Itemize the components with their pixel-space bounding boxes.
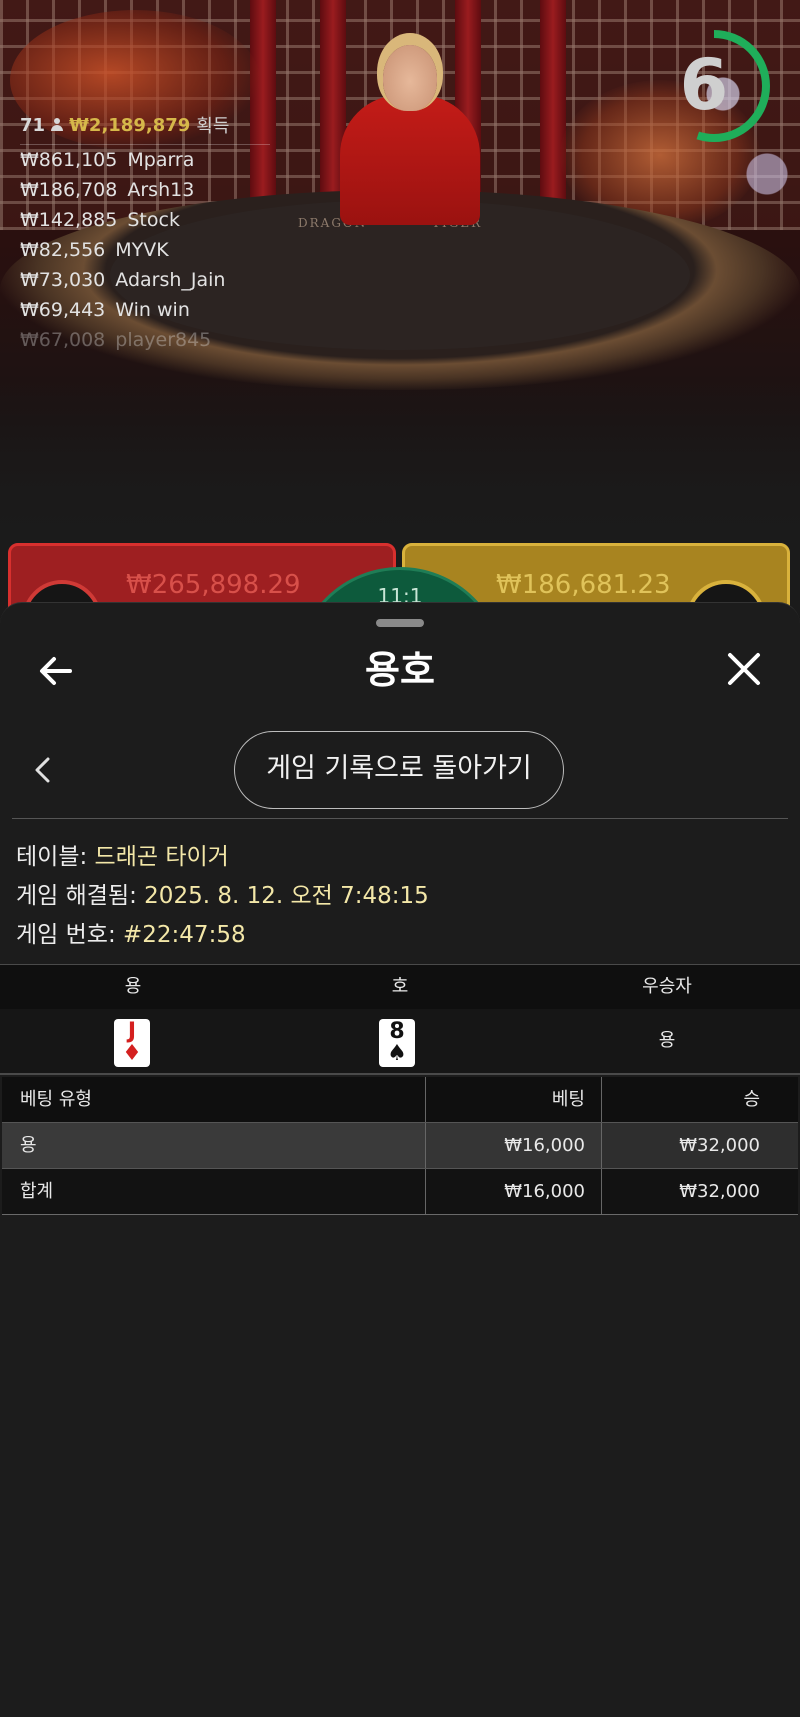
win-amount-header: 승 — [743, 1089, 760, 1110]
sheet-drag-handle[interactable] — [376, 619, 424, 627]
table-row: 용 ₩16,000 ₩32,000 — [2, 1123, 798, 1169]
table-info: 테이블: 드래곤 타이거 — [16, 844, 229, 870]
tiger-column-header: 호 — [391, 976, 409, 997]
leaderboard-row: ₩82,556 MYVK — [20, 239, 169, 261]
bet-breakdown-table: 베팅 유형 베팅 승 용 ₩16,000 ₩32,000 합계 ₩16,000 … — [2, 1077, 798, 1215]
close-icon[interactable] — [724, 649, 764, 689]
resolved-info: 게임 해결됨: 2025. 8. 12. 오전 7:48:15 — [16, 883, 429, 909]
leaderboard-row: ₩67,008 player845 — [20, 329, 212, 351]
winnings-label: 획득 — [196, 116, 230, 137]
bet-amount-header: 베팅 — [426, 1077, 602, 1122]
game-number-info: 게임 번호: #22:47:58 — [16, 922, 246, 948]
game-number: #22:47:58 — [123, 922, 246, 948]
dragon-card: J ♦ — [114, 1019, 150, 1067]
chevron-left-icon[interactable] — [30, 755, 56, 785]
dragon-column-header: 용 — [124, 976, 142, 997]
countdown-number: 6 — [679, 44, 729, 126]
bet-amount: ₩16,000 — [426, 1123, 602, 1168]
hand-result-header: 용 호 우승자 — [0, 964, 800, 1010]
dealer — [340, 95, 480, 225]
bet-type-header: 베팅 유형 — [2, 1077, 426, 1122]
tiger-card: 8 ♠ — [379, 1019, 415, 1067]
leaderboard-row: ₩142,885 Stock — [20, 209, 180, 231]
leaderboard-row: ₩861,105 Mparra — [20, 149, 195, 171]
dragon-bet-total: ₩265,898.29 — [126, 570, 301, 600]
bet-table-header: 베팅 유형 베팅 승 — [2, 1077, 798, 1123]
diamond-icon: ♦ — [122, 1041, 142, 1066]
return-to-history-button[interactable]: 게임 기록으로 돌아가기 — [234, 731, 564, 809]
winner-value: 용 — [658, 1030, 676, 1051]
total-bet: ₩16,000 — [426, 1169, 602, 1214]
resolved-time: 2025. 8. 12. 오전 7:48:15 — [144, 883, 429, 909]
leaderboard-row: ₩73,030 Adarsh_Jain — [20, 269, 226, 291]
tiger-bet-total: ₩186,681.23 — [496, 570, 671, 600]
hand-result-row: J ♦ 8 ♠ 용 — [0, 1009, 800, 1075]
bet-type: 용 — [2, 1123, 426, 1168]
total-label: 합계 — [2, 1169, 426, 1214]
game-history-sheet: 용호 게임 기록으로 돌아가기 테이블: 드래곤 타이거 게임 해결됨: 202… — [0, 602, 800, 1717]
spade-icon: ♠ — [387, 1041, 407, 1066]
win-amount: ₩32,000 — [602, 1123, 798, 1168]
sheet-title: 용호 — [365, 648, 435, 692]
table-name: 드래곤 타이거 — [94, 844, 229, 870]
divider — [12, 818, 788, 819]
winners-leaderboard: 71 ₩2,189,879 획득 ₩861,105 Mparra ₩186,708… — [20, 112, 270, 355]
leaderboard-row: ₩186,708 Arsh13 — [20, 179, 195, 201]
leaderboard-header: 71 ₩2,189,879 획득 — [20, 112, 270, 145]
total-winnings: ₩2,189,879 — [69, 114, 191, 136]
winner-column-header: 우승자 — [642, 976, 692, 997]
leaderboard-row: ₩69,443 Win win — [20, 299, 190, 321]
table-row-total: 합계 ₩16,000 ₩32,000 — [2, 1169, 798, 1215]
dealer-head — [383, 45, 437, 111]
player-count: 71 — [20, 114, 46, 136]
total-win: ₩32,000 — [679, 1181, 760, 1202]
back-arrow-icon[interactable] — [36, 651, 76, 691]
person-icon — [51, 118, 64, 132]
